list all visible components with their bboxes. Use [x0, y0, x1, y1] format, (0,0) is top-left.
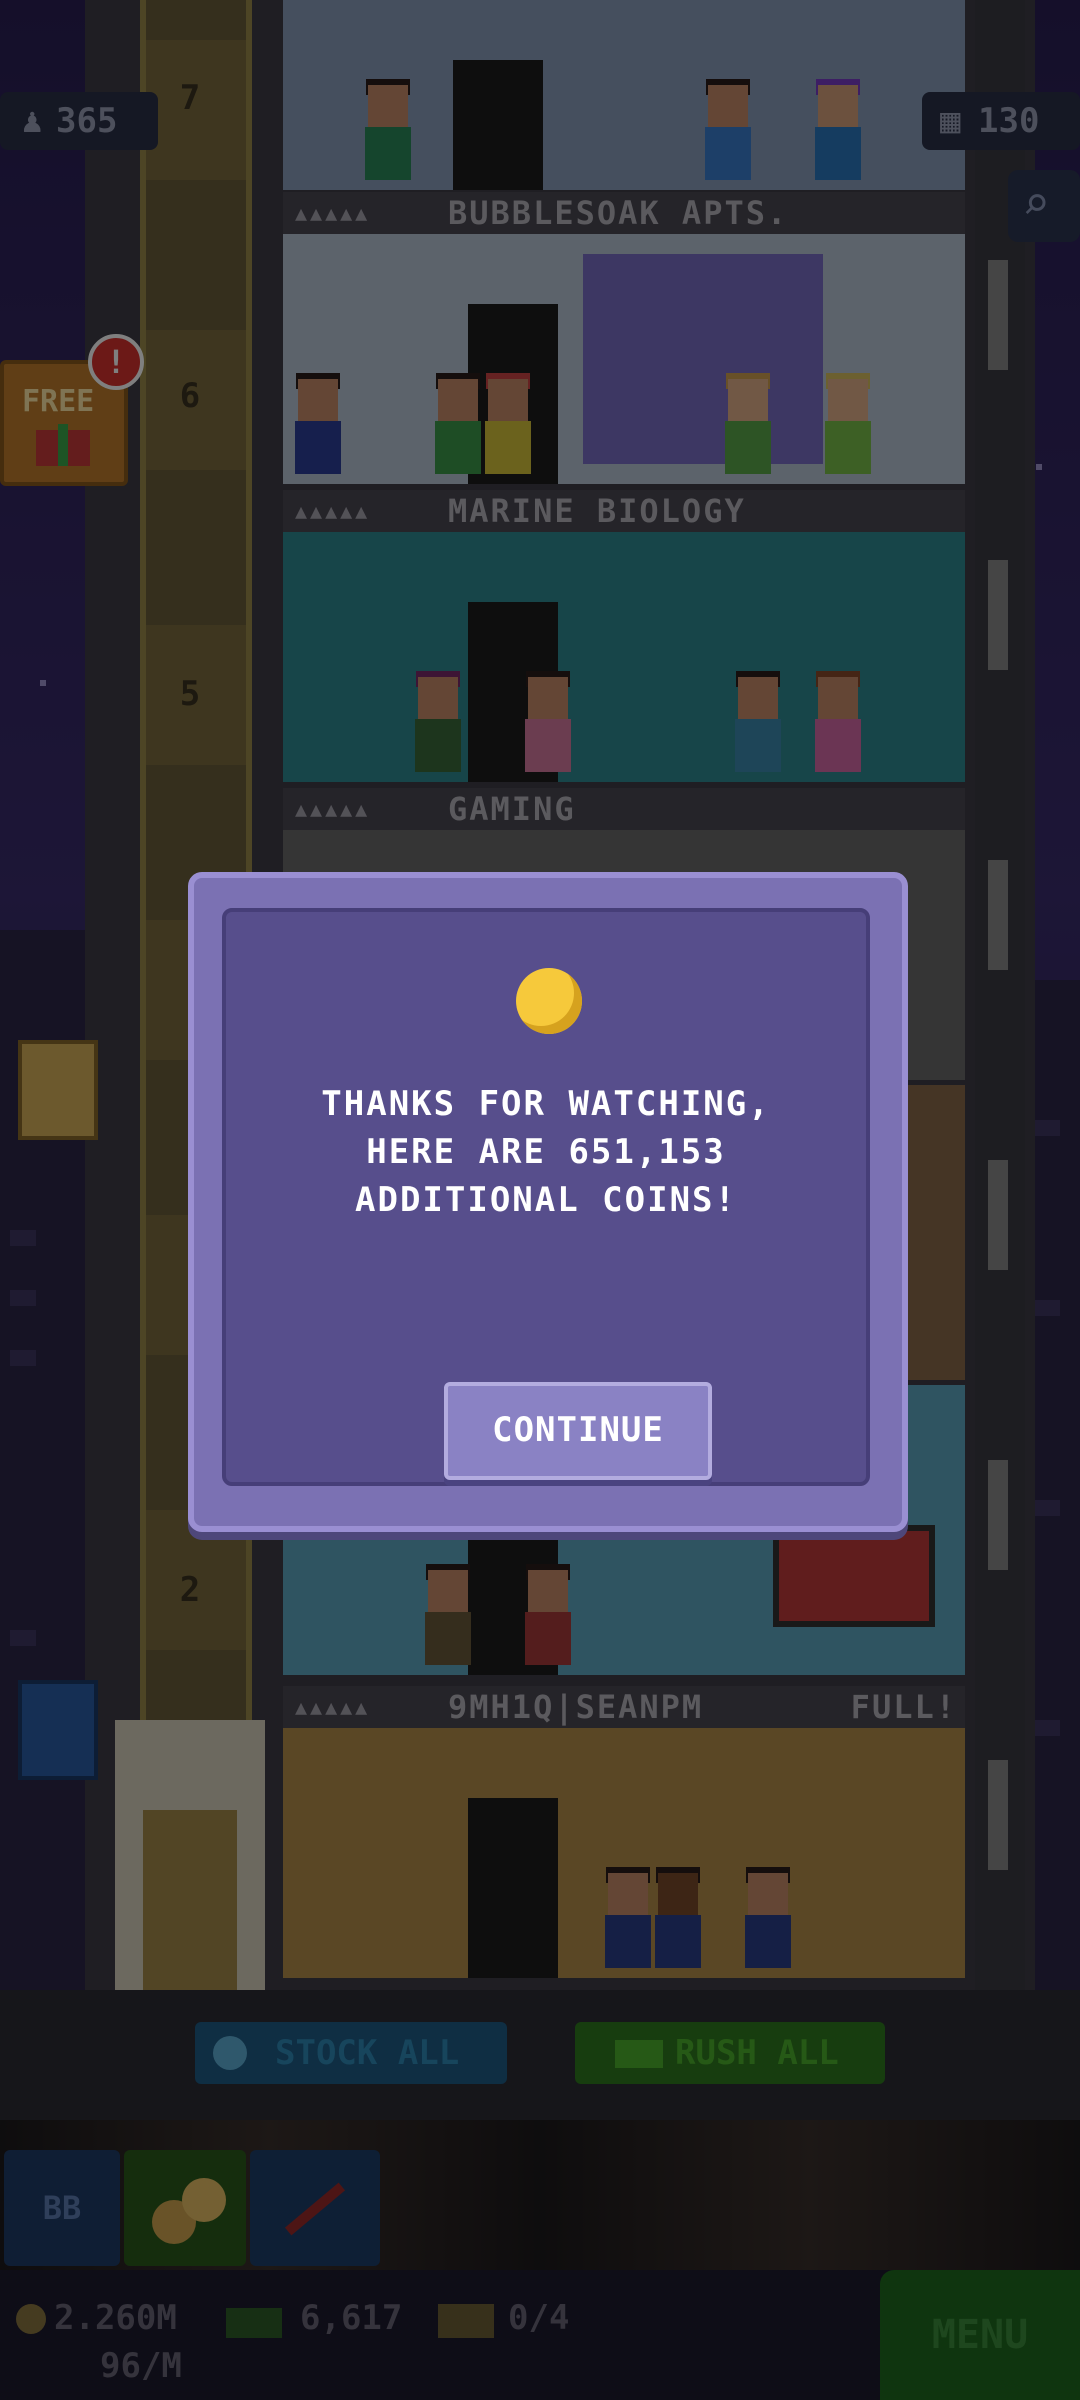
dialog-message-line3: ADDITIONAL COINS!	[355, 1180, 737, 1220]
continue-button[interactable]: CONTINUE	[444, 1382, 712, 1480]
coin-icon	[516, 968, 582, 1034]
dialog-message-line1: THANKS FOR WATCHING,	[321, 1084, 771, 1124]
dialog-message: THANKS FOR WATCHING, HERE ARE 651,153 AD…	[246, 1080, 846, 1224]
dialog-message-line2: HERE ARE 651,153	[366, 1132, 726, 1172]
dialog-panel: THANKS FOR WATCHING, HERE ARE 651,153 AD…	[222, 908, 870, 1486]
reward-dialog: THANKS FOR WATCHING, HERE ARE 651,153 AD…	[188, 872, 908, 1532]
